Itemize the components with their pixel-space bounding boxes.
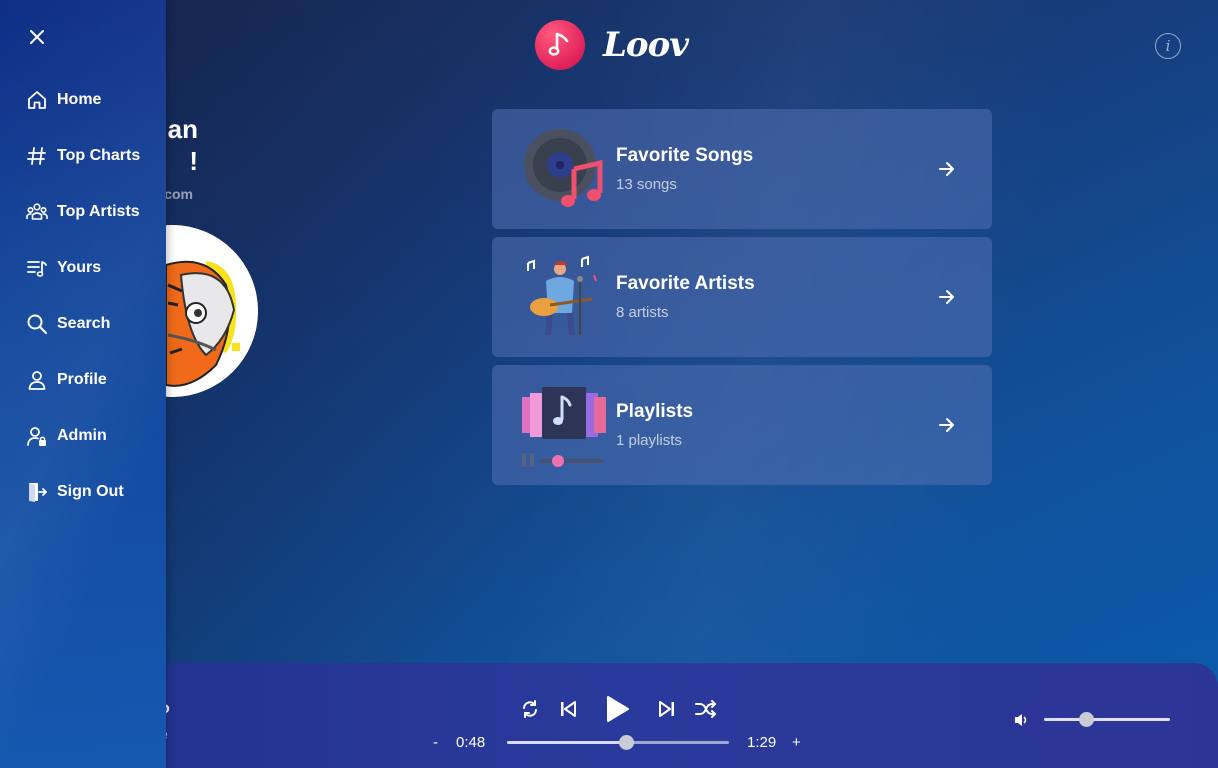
guitarist-illustration	[522, 255, 606, 339]
sidebar-item-top-charts[interactable]: Top Charts	[0, 128, 166, 184]
playlists-card[interactable]: Playlists 1 playlists	[492, 365, 992, 485]
shuffle-icon[interactable]	[694, 697, 718, 721]
arrow-right-icon[interactable]	[917, 415, 977, 435]
seek-slider[interactable]	[507, 735, 729, 750]
total-time: 1:29	[747, 734, 777, 751]
playlist-illustration	[522, 383, 606, 467]
search-icon	[26, 313, 48, 335]
sidebar-item-label: Top Charts	[57, 147, 141, 164]
hash-icon	[26, 145, 48, 167]
arrow-right-icon[interactable]	[917, 287, 977, 307]
play-icon	[607, 696, 629, 722]
card-title: Favorite Artists	[616, 273, 755, 294]
app-title: Loov	[603, 25, 689, 65]
play-button[interactable]	[601, 692, 633, 726]
sidebar-item-label: Search	[57, 315, 111, 332]
favorite-songs-card[interactable]: Favorite Songs 13 songs	[492, 109, 992, 229]
seek-backward-button[interactable]: -	[433, 734, 438, 751]
arrow-right-icon[interactable]	[917, 159, 977, 179]
sidebar-item-admin[interactable]: Admin	[0, 408, 166, 464]
sidebar-item-search[interactable]: Search	[0, 296, 166, 352]
card-title: Favorite Songs	[616, 145, 754, 166]
people-icon	[26, 201, 48, 223]
sidebar-item-label: Top Artists	[57, 203, 140, 220]
card-subtitle: 8 artists	[616, 304, 669, 321]
info-glyph: i	[1165, 37, 1171, 55]
user-icon	[26, 369, 48, 391]
music-note-icon	[535, 20, 585, 70]
volume-slider[interactable]	[1044, 712, 1170, 727]
favorite-artists-card[interactable]: Favorite Artists 8 artists	[492, 237, 992, 357]
sidebar: Home Top Charts Top Artists Yours Search…	[0, 0, 166, 768]
sidebar-item-label: Home	[57, 91, 102, 108]
sidebar-item-label: Profile	[57, 371, 107, 388]
card-subtitle: 1 playlists	[616, 432, 682, 449]
home-icon	[26, 89, 48, 111]
sidebar-item-yours[interactable]: Yours	[0, 240, 166, 296]
music-list-icon	[26, 257, 48, 279]
previous-icon[interactable]	[556, 697, 580, 721]
admin-user-icon	[26, 425, 48, 447]
seek-forward-button[interactable]: +	[792, 734, 801, 751]
seek-thumb[interactable]	[618, 735, 634, 750]
player-bar: o e - 0:48 1:29	[0, 663, 1218, 768]
next-icon[interactable]	[655, 697, 679, 721]
vinyl-music-illustration	[522, 127, 606, 211]
sidebar-item-top-artists[interactable]: Top Artists	[0, 184, 166, 240]
card-subtitle: 13 songs	[616, 176, 677, 193]
close-icon[interactable]	[27, 27, 47, 47]
repeat-icon[interactable]	[518, 697, 542, 721]
sign-out-icon	[26, 481, 48, 503]
volume-thumb[interactable]	[1078, 712, 1094, 727]
sidebar-nav: Home Top Charts Top Artists Yours Search…	[0, 72, 166, 520]
seek-progress	[507, 741, 626, 744]
card-title: Playlists	[616, 401, 694, 422]
sidebar-item-label: Sign Out	[57, 483, 124, 500]
sidebar-item-label: Yours	[57, 259, 102, 276]
sidebar-item-profile[interactable]: Profile	[0, 352, 166, 408]
volume-icon[interactable]	[1013, 711, 1031, 729]
sidebar-item-home[interactable]: Home	[0, 72, 166, 128]
current-time: 0:48	[456, 734, 486, 751]
app-logo[interactable]: Loov	[535, 20, 689, 70]
sidebar-item-label: Admin	[57, 427, 107, 444]
sidebar-item-sign-out[interactable]: Sign Out	[0, 464, 166, 520]
info-icon[interactable]: i	[1155, 33, 1181, 59]
